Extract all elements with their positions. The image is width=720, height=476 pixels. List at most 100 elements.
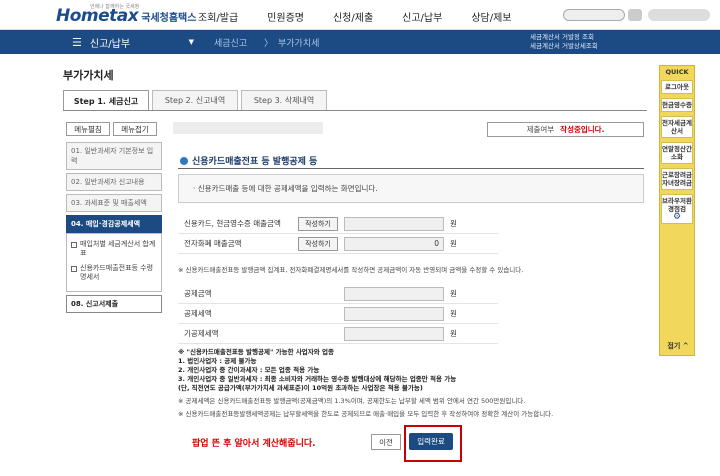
subitem-label: 신용카드매출전표등 수령명세서 [80, 264, 154, 281]
quick-label: 로그아웃 [665, 83, 689, 91]
eligibility-note: ※ "신용카드매출전표등 발행공제" 가능한 사업자와 업종 [178, 348, 334, 356]
gnb-item[interactable]: 조회/발급 [198, 9, 238, 24]
row-label: 신용카드, 현금영수증 매출금액 [184, 219, 281, 228]
gnb-item[interactable]: 신청/제출 [333, 9, 373, 24]
gnb-item[interactable]: 상담/제보 [471, 9, 511, 24]
notice-line: 세금계산서 거발상세조회 [530, 42, 598, 50]
deduction-amount-field[interactable] [344, 286, 444, 301]
eligibility-note: 3. 개인사업자 중 일반과세자 : 최종 소비자와 거래하는 영수증 발행대상… [178, 375, 457, 383]
global-nav: 조회/발급 민원증명 신청/제출 신고/납부 상담/제보 [198, 9, 541, 24]
nav-home-menu[interactable]: ☰ 신고/납부 ▼ [60, 30, 200, 54]
tab-step3[interactable]: Step 3. 삭제내역 [241, 90, 327, 110]
quick-menu: QUICK 로그아웃 현금영수증 전자세금계산서 연말정산간소화 근로장려금자녀… [659, 65, 695, 356]
redacted-area [173, 122, 323, 134]
section-divider [178, 168, 644, 169]
section-title-text: 신용카드매출전표 등 발행공제 등 [192, 157, 318, 167]
step-item[interactable]: 03. 과세표준 및 매출세액 [66, 194, 162, 212]
limit-note: ※ 신용카드매출전표등발행세액공제는 납부할세액을 한도로 공제되므로 매출·매… [178, 410, 554, 418]
gear-icon: ⚙ [672, 212, 682, 222]
annotation-text: 팝업 뜬 후 알아서 계산해줍니다. [192, 439, 316, 449]
step-tabs: Step 1. 세금신고 Step 2. 신고내역 Step 3. 삭제내역 [63, 90, 330, 111]
quick-cash-receipt[interactable]: 현금영수증 [661, 98, 693, 112]
eligibility-note: 2. 개인사업자 중 간이과세자 : 모든 업종 적용 가능 [178, 366, 320, 374]
row-label: 전자화폐 매출금액 [184, 239, 242, 248]
unit-label: 원 [450, 309, 457, 318]
info-box: · 신용카드매출 등에 대한 공제세액을 입력하는 화면입니다. [178, 174, 644, 203]
quick-label: 연말정산간소화 [662, 145, 692, 161]
unit-label: 원 [450, 239, 457, 248]
page-title: 부가가치세 [63, 69, 114, 82]
rate-note: ※ 공제세액은 신용카드매출전표등 발행금액(공제금액)의 1.3%이며, 공제… [178, 397, 526, 405]
prior-deduction-field[interactable] [344, 326, 444, 341]
top-bar: 언제나 함께하는 국세청 Hometax 국세청홈택스 조회/발급 민원증명 신… [0, 0, 720, 30]
section-title: 신용카드매출전표 등 발행공제 등 [180, 154, 317, 167]
tab-step2[interactable]: Step 2. 신고내역 [152, 90, 238, 110]
step-item-active[interactable]: 04. 매입·경감공제세액 [66, 215, 162, 233]
deduction-tax-field[interactable] [344, 306, 444, 321]
notice-line: 세금계산서 거발정 조회 [530, 33, 594, 41]
nav-home-label: 신고/납부 [89, 38, 131, 50]
chevron-up-icon: ^ [680, 342, 689, 350]
gnb-item[interactable]: 신고/납부 [402, 9, 442, 24]
location-bar: ☰ 신고/납부 ▼ 세금신고 〉 부가가치세 세금계산서 거발정 조회 세금계산… [0, 30, 720, 54]
hamburger-icon: ☰ [72, 35, 82, 49]
step-item-submit[interactable]: 08. 신고서제출 [66, 295, 162, 313]
hometax-logo[interactable]: 언제나 함께하는 국세청 Hometax 국세청홈택스 [56, 4, 196, 26]
collapse-menu-button[interactable]: 메뉴접기 [113, 122, 157, 136]
input-complete-button[interactable]: 입력완료 [409, 433, 453, 450]
status-label: 제출여부 [526, 125, 555, 134]
tab-divider [63, 110, 647, 111]
unit-label: 원 [450, 289, 457, 298]
gnb-item[interactable]: 민원증명 [267, 9, 304, 24]
quick-close-label: 접기 [667, 342, 681, 350]
search-icon[interactable] [628, 9, 642, 21]
table-row: 공제금액 원 [178, 284, 498, 304]
write-button[interactable]: 작성하기 [298, 236, 338, 251]
step-sidebar: 메뉴펼침 메뉴접기 01. 일반과세자 기본정보 입력 02. 일반과세자 신고… [66, 122, 162, 316]
deduction-table: 공제금액 원 공제세액 원 기공제세액 원 [178, 284, 498, 344]
quick-label: 브라우저환경점검 [662, 197, 692, 213]
eligibility-note: (단, 직전연도 공급가액(부가가치세 과세표준)이 10억원 초과하는 사업장… [178, 384, 423, 392]
quick-label: 현금영수증 [662, 101, 692, 109]
breadcrumb-item[interactable]: 세금신고 [214, 30, 247, 54]
quick-logout[interactable]: 로그아웃 [661, 80, 693, 94]
sales-table: 신용카드, 현금영수증 매출금액 작성하기 원 전자화폐 매출금액 작성하기 0… [178, 214, 498, 254]
breadcrumb-item[interactable]: 부가가치세 [278, 30, 319, 54]
prev-button[interactable]: 이전 [371, 434, 401, 450]
checkbox-icon [71, 266, 77, 272]
submit-status: 제출여부 작성중입니다. [487, 122, 644, 137]
notice-ticker[interactable]: 세금계산서 거발정 조회 세금계산서 거발상세조회 [530, 33, 598, 51]
tab-step1[interactable]: Step 1. 세금신고 [63, 90, 149, 111]
quick-browser-check[interactable]: 브라우저환경점검 ⚙ [661, 194, 693, 224]
logo-org: 국세청홈택스 [141, 13, 197, 24]
search-input[interactable] [563, 9, 625, 21]
card-sales-field[interactable] [344, 216, 444, 231]
quick-close[interactable]: 접기 ^ [660, 341, 696, 351]
quick-year-end[interactable]: 연말정산간소화 [661, 142, 693, 164]
quick-title: QUICK [665, 68, 689, 76]
table-row: 기공제세액 원 [178, 324, 498, 344]
table-row: 전자화폐 매출금액 작성하기 0 원 [178, 234, 498, 254]
logo-tagline: 언제나 함께하는 국세청 [90, 4, 140, 10]
step-item[interactable]: 02. 일반과세자 신고내용 [66, 173, 162, 191]
chevron-down-icon: ▼ [188, 38, 194, 46]
row-label: 공제금액 [184, 289, 212, 298]
quick-incentive[interactable]: 근로장려금자녀장려금 [661, 168, 693, 190]
chevron-right-icon: 〉 [264, 38, 274, 49]
unit-label: 원 [450, 219, 457, 228]
write-button[interactable]: 작성하기 [298, 216, 338, 231]
row-label: 공제세액 [184, 309, 212, 318]
expand-menu-button[interactable]: 메뉴펼침 [66, 122, 110, 136]
subitem[interactable]: 매입처별 세금계산서 합계표 [71, 240, 157, 258]
checkbox-icon [71, 242, 77, 248]
step-item[interactable]: 01. 일반과세자 기본정보 입력 [66, 142, 162, 170]
unit-label: 원 [450, 329, 457, 338]
eligibility-note: 1. 법인사업자 : 공제 불가능 [178, 357, 257, 365]
status-value: 작성중입니다. [560, 125, 605, 134]
quick-e-invoice[interactable]: 전자세금계산서 [661, 116, 693, 138]
utility-menu[interactable] [648, 9, 710, 21]
step-subitems: 매입처별 세금계산서 합계표 신용카드매출전표등 수령명세서 [66, 233, 162, 292]
table-row: 신용카드, 현금영수증 매출금액 작성하기 원 [178, 214, 498, 234]
emoney-sales-field[interactable]: 0 [344, 236, 444, 251]
subitem[interactable]: 신용카드매출전표등 수령명세서 [71, 264, 157, 282]
